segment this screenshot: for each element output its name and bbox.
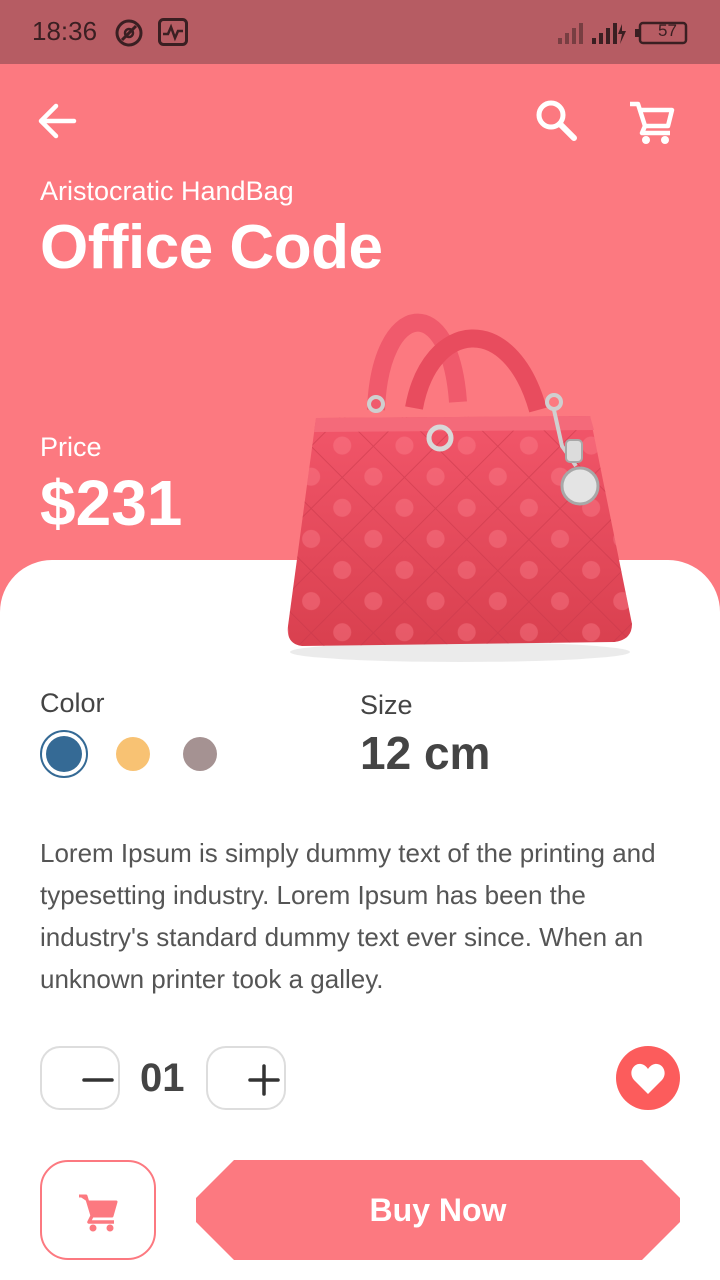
buy-now-label: Buy Now — [369, 1192, 507, 1228]
size-label: Size — [360, 690, 413, 720]
minus-icon — [82, 1078, 114, 1082]
search-icon — [536, 100, 577, 141]
activity-icon — [158, 18, 188, 46]
heart-icon — [631, 1063, 665, 1094]
camera-dnd-icon — [115, 19, 143, 47]
price-value: $231 — [40, 467, 183, 539]
product-image — [287, 313, 632, 662]
quantity-decrease-button[interactable] — [40, 1046, 120, 1110]
color-label: Color — [40, 688, 105, 718]
size-value: 12 cm — [360, 727, 491, 779]
battery-level: 57 — [658, 21, 677, 40]
add-to-cart-button[interactable] — [40, 1160, 156, 1260]
favorite-button[interactable] — [616, 1046, 680, 1110]
buy-now-button[interactable]: Buy Now — [196, 1160, 680, 1260]
status-time: 18:36 — [32, 16, 98, 46]
cart-button[interactable] — [624, 94, 678, 148]
product-title: Office Code — [40, 213, 383, 282]
cart-icon — [79, 1194, 118, 1232]
product-subtitle: Aristocratic HandBag — [40, 176, 294, 206]
status-bar: 18:36 57 — [0, 0, 720, 64]
signal-icon — [558, 23, 626, 44]
cart-icon — [630, 101, 675, 144]
color-swatch-blue[interactable] — [40, 730, 88, 778]
plus-icon — [248, 1064, 280, 1096]
search-button[interactable] — [532, 96, 580, 144]
price-label: Price — [40, 432, 102, 462]
color-swatch-yellow[interactable] — [116, 737, 150, 771]
quantity-increase-button[interactable] — [206, 1046, 286, 1110]
arrow-back-icon — [38, 103, 77, 139]
product-description: Lorem Ipsum is simply dummy text of the … — [40, 838, 656, 994]
back-button[interactable] — [34, 98, 80, 144]
color-swatch-gray[interactable] — [183, 737, 217, 771]
quantity-value: 01 — [140, 1056, 185, 1100]
